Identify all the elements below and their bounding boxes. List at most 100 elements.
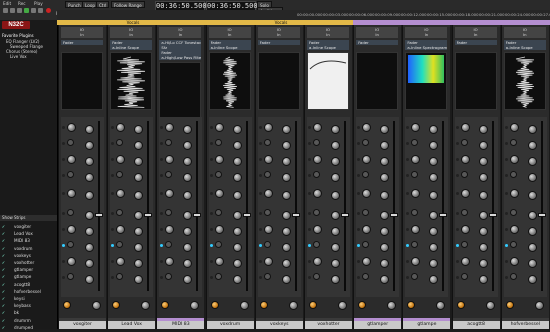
knob[interactable] — [362, 273, 370, 280]
pan-knob[interactable] — [387, 301, 397, 310]
trim-knob[interactable] — [210, 301, 219, 309]
knob[interactable] — [380, 275, 390, 284]
knob[interactable] — [281, 191, 291, 200]
knob[interactable] — [134, 259, 144, 268]
knob[interactable] — [165, 225, 175, 234]
punch-button[interactable]: Punch — [65, 1, 84, 8]
knob[interactable] — [362, 257, 372, 266]
pan-knob[interactable] — [338, 301, 347, 310]
knob[interactable] — [183, 173, 193, 182]
knob[interactable] — [411, 189, 421, 198]
knob[interactable] — [67, 123, 76, 132]
knob[interactable] — [313, 189, 322, 198]
knob[interactable] — [85, 211, 94, 220]
knob[interactable] — [509, 171, 517, 178]
knob[interactable] — [263, 189, 273, 198]
knob[interactable] — [429, 243, 439, 252]
knob[interactable] — [509, 273, 517, 280]
strip-name-button[interactable]: voxkeys — [255, 321, 303, 329]
knob[interactable] — [460, 155, 470, 164]
knob[interactable] — [263, 209, 271, 216]
knob[interactable] — [331, 211, 340, 220]
knob[interactable] — [313, 273, 320, 280]
processor-box-item[interactable]: a-Inline Spectrogram — [405, 45, 448, 50]
play-range-icon[interactable] — [17, 8, 22, 13]
inline-display[interactable] — [110, 52, 153, 110]
knob[interactable] — [183, 211, 193, 220]
knob[interactable] — [85, 227, 94, 236]
knob[interactable] — [263, 225, 273, 234]
inline-display[interactable] — [307, 52, 349, 110]
knob[interactable] — [362, 225, 372, 234]
knob[interactable] — [214, 225, 224, 234]
knob[interactable] — [411, 257, 421, 266]
knob[interactable] — [527, 191, 537, 200]
tab-rec[interactable]: Rec — [18, 1, 26, 6]
knob[interactable] — [478, 173, 488, 182]
knob[interactable] — [362, 241, 370, 248]
knob[interactable] — [116, 273, 124, 280]
io-button[interactable]: IO In — [61, 27, 103, 38]
knob[interactable] — [183, 125, 193, 134]
knob[interactable] — [509, 209, 517, 216]
knob[interactable] — [67, 171, 74, 178]
fader-handle[interactable] — [291, 213, 300, 217]
processor-box-item[interactable]: Fader — [454, 40, 497, 45]
knob[interactable] — [411, 241, 419, 248]
knob[interactable] — [509, 225, 519, 234]
knob[interactable] — [429, 227, 439, 236]
knob[interactable] — [460, 273, 468, 280]
knob[interactable] — [232, 141, 242, 150]
knob[interactable] — [313, 155, 322, 164]
io-button[interactable]: IO In — [356, 27, 399, 38]
knob[interactable] — [362, 155, 372, 164]
fader-track[interactable] — [491, 121, 494, 291]
knob[interactable] — [478, 157, 488, 166]
knob[interactable] — [134, 227, 144, 236]
knob[interactable] — [134, 157, 144, 166]
knob[interactable] — [527, 141, 537, 150]
knob[interactable] — [116, 155, 126, 164]
knob[interactable] — [362, 171, 370, 178]
fader-track[interactable] — [245, 121, 248, 291]
pan-knob[interactable] — [239, 301, 249, 310]
knob[interactable] — [116, 139, 124, 146]
trim-knob[interactable] — [161, 301, 170, 309]
knob[interactable] — [67, 139, 74, 146]
knob[interactable] — [380, 173, 390, 182]
knob[interactable] — [85, 125, 94, 134]
inline-display[interactable] — [257, 52, 300, 110]
knob[interactable] — [281, 211, 291, 220]
inline-display[interactable] — [61, 52, 103, 110]
knob[interactable] — [460, 209, 468, 216]
knob[interactable] — [214, 139, 222, 146]
plugin-item[interactable]: Live Vox — [10, 54, 27, 59]
knob[interactable] — [116, 209, 124, 216]
io-button[interactable]: IO In — [307, 27, 349, 38]
io-button[interactable]: IO In — [257, 27, 300, 38]
knob[interactable] — [460, 139, 468, 146]
fader-handle[interactable] — [193, 213, 202, 217]
knob[interactable] — [85, 191, 94, 200]
knob[interactable] — [165, 257, 175, 266]
knob[interactable] — [429, 157, 439, 166]
knob[interactable] — [263, 273, 271, 280]
processor-box-item[interactable]: Fader — [257, 40, 300, 45]
knob[interactable] — [460, 171, 468, 178]
knob[interactable] — [313, 171, 320, 178]
knob[interactable] — [429, 125, 439, 134]
knob[interactable] — [134, 275, 144, 284]
processor-box-item[interactable]: a-Inline Scope — [307, 45, 349, 50]
knob[interactable] — [331, 157, 340, 166]
checkbox-icon[interactable]: ✓ — [1, 324, 6, 332]
knob[interactable] — [478, 125, 488, 134]
knob[interactable] — [313, 225, 322, 234]
knob[interactable] — [232, 157, 242, 166]
knob[interactable] — [411, 155, 421, 164]
knob[interactable] — [509, 123, 519, 132]
fader-handle[interactable] — [488, 213, 497, 217]
pan-knob[interactable] — [436, 301, 446, 310]
knob[interactable] — [134, 173, 144, 182]
knob[interactable] — [134, 211, 144, 220]
knob[interactable] — [478, 259, 488, 268]
